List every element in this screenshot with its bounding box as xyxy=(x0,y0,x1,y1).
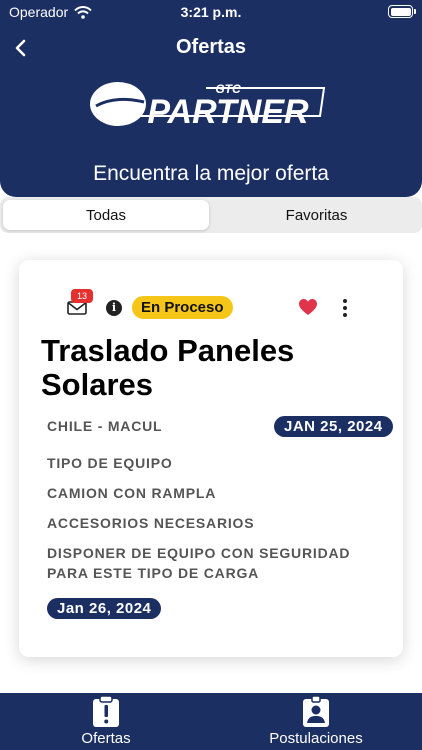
status-badge: En Proceso xyxy=(132,296,233,319)
accessories-value-line2: PARA ESTE TIPO DE CARGA xyxy=(47,565,260,581)
clipboard-alert-icon xyxy=(93,695,119,727)
offer-start-date: JAN 25, 2024 xyxy=(274,416,393,437)
accessories-label: ACCESORIOS NECESARIOS xyxy=(47,515,255,531)
segment-favoritas[interactable]: Favoritas xyxy=(211,200,422,230)
accessories-value-line1: DISPONER DE EQUIPO CON SEGURIDAD xyxy=(47,545,351,561)
heart-icon[interactable] xyxy=(298,298,318,316)
offer-card[interactable]: 13 i En Proceso Traslado Paneles Solares… xyxy=(19,260,403,657)
offer-location: CHILE - MACUL xyxy=(47,418,163,434)
message-count-badge: 13 xyxy=(71,289,93,303)
equipment-value: CAMION CON RAMPLA xyxy=(47,485,217,501)
badge-person-icon xyxy=(303,695,329,727)
header: Operador 3:21 p.m. Ofertas GTC PARTNER E… xyxy=(0,0,422,197)
segmented-control: Todas Favoritas xyxy=(0,197,422,233)
equipment-label: TIPO DE EQUIPO xyxy=(47,455,173,471)
more-options-icon[interactable] xyxy=(339,297,351,319)
info-icon[interactable]: i xyxy=(106,300,122,316)
mail-icon[interactable] xyxy=(67,301,87,315)
logo-text-partner: PARTNER xyxy=(147,93,309,131)
tab-postulaciones-label: Postulaciones xyxy=(269,730,363,747)
offer-end-date: Jan 26, 2024 xyxy=(47,598,162,619)
tab-ofertas-label: Ofertas xyxy=(81,730,131,747)
tab-ofertas[interactable]: Ofertas xyxy=(56,693,156,750)
gtc-partner-logo: GTC PARTNER xyxy=(90,82,326,131)
page-title: Ofertas xyxy=(175,36,247,58)
segment-todas[interactable]: Todas xyxy=(3,200,209,230)
status-time: 3:21 p.m. xyxy=(180,4,242,20)
battery-icon xyxy=(388,5,416,18)
navigation-bar: Ofertas xyxy=(0,34,422,62)
status-bar: Operador 3:21 p.m. xyxy=(0,0,422,24)
offer-title: Traslado Paneles Solares xyxy=(41,333,295,402)
tab-bar: Ofertas Postulaciones xyxy=(0,693,422,750)
tab-postulaciones[interactable]: Postulaciones xyxy=(256,693,376,750)
header-tagline: Encuentra la mejor oferta xyxy=(93,162,329,185)
